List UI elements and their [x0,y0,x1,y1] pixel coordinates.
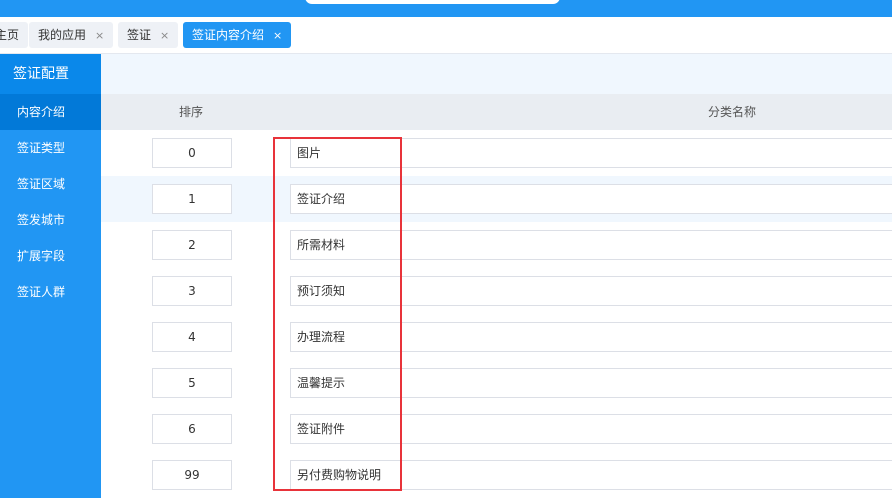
search-input[interactable] [305,0,560,4]
column-header-order: 排序 [179,105,204,119]
order-input[interactable]: 2 [152,230,232,260]
category-name-input[interactable]: 所需材料 [290,230,892,260]
order-input[interactable]: 6 [152,414,232,444]
order-input[interactable]: 3 [152,276,232,306]
tab-visa-content[interactable]: 签证内容介绍 × [183,22,292,48]
order-input[interactable]: 5 [152,368,232,398]
tab-home[interactable]: 主页 [0,22,29,48]
category-name-input[interactable]: 办理流程 [290,322,892,352]
tab-label: 主页 [0,28,20,42]
tab-label: 签证 [127,28,152,42]
top-header [0,0,892,17]
order-input[interactable]: 99 [152,460,232,490]
tab-bar: 主页 我的应用 × 签证 × 签证内容介绍 × [0,17,892,54]
close-icon[interactable]: × [160,29,169,42]
table-row: 99 另付费购物说明 [101,452,892,498]
tab-visa[interactable]: 签证 × [118,22,179,48]
table-row: 2 所需材料 [101,222,892,268]
table-row: 0 图片 [101,130,892,176]
table-row: 5 温馨提示 [101,360,892,406]
category-name-input[interactable]: 签证介绍 [290,184,892,214]
sidebar-item-visa-region[interactable]: 签证区域 [0,166,101,202]
table-header: 排序 分类名称 [101,94,892,130]
category-name-input[interactable]: 温馨提示 [290,368,892,398]
category-name-input[interactable]: 签证附件 [290,414,892,444]
column-header-name: 分类名称 [708,105,757,119]
table-row: 1 签证介绍 [101,176,892,222]
sidebar: 签证配置 内容介绍 签证类型 签证区域 签发城市 扩展字段 签证人群 [0,54,101,498]
sidebar-item-extended-fields[interactable]: 扩展字段 [0,238,101,274]
order-input[interactable]: 1 [152,184,232,214]
tab-my-apps[interactable]: 我的应用 × [29,22,114,48]
toolbar-band [101,54,892,94]
table-body: 0 图片 1 签证介绍 2 所需材料 3 预订须知 4 办理流程 5 温馨提示 6 签证附件 99 另付费购物… [101,130,892,498]
tab-label: 我的应用 [38,28,87,42]
close-icon[interactable]: × [95,29,104,42]
sidebar-item-content-intro[interactable]: 内容介绍 [0,94,101,130]
sidebar-item-visa-type[interactable]: 签证类型 [0,130,101,166]
table-row: 3 预订须知 [101,268,892,314]
main-content: 排序 分类名称 0 图片 1 签证介绍 2 所需材料 3 预订须知 4 办理流程 5 温馨提示 6 签证附… [101,54,892,498]
order-input[interactable]: 4 [152,322,232,352]
sidebar-item-visa-crowd[interactable]: 签证人群 [0,274,101,310]
category-name-input[interactable]: 另付费购物说明 [290,460,892,490]
order-input[interactable]: 0 [152,138,232,168]
category-name-input[interactable]: 图片 [290,138,892,168]
tab-label: 签证内容介绍 [192,28,265,42]
table-row: 4 办理流程 [101,314,892,360]
sidebar-item-issuing-city[interactable]: 签发城市 [0,202,101,238]
sidebar-title: 签证配置 [0,54,101,94]
table-row: 6 签证附件 [101,406,892,452]
category-name-input[interactable]: 预订须知 [290,276,892,306]
close-icon[interactable]: × [273,29,282,42]
